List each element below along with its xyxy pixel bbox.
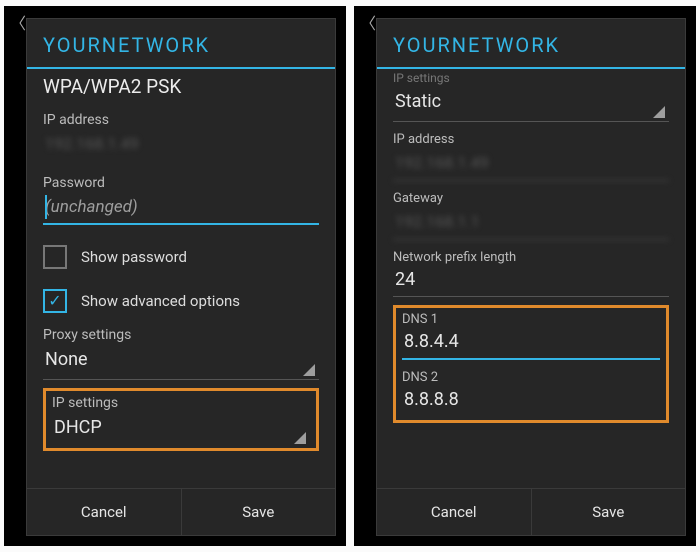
gateway-input[interactable]: 192.168.1.1 — [393, 206, 669, 240]
dialog-title: YOURNETWORK — [377, 19, 685, 69]
divider — [43, 379, 319, 380]
cancel-button[interactable]: Cancel — [27, 489, 181, 535]
wifi-dialog-right: YOURNETWORK IP settings Static IP addres… — [376, 18, 686, 536]
phone-right: 〈 YOURNETWORK IP settings Static IP addr… — [354, 6, 696, 546]
show-advanced-row[interactable]: Show advanced options — [43, 289, 319, 313]
text-cursor-icon — [45, 195, 47, 219]
dns1-input[interactable]: 8.8.4.4 — [402, 327, 660, 360]
button-bar: Cancel Save — [377, 488, 685, 535]
button-bar: Cancel Save — [27, 488, 335, 535]
dialog-body: IP settings Static IP address 192.168.1.… — [377, 69, 685, 488]
checkbox-checked-icon — [43, 289, 67, 313]
ip-settings-label-cut: IP settings — [393, 71, 669, 85]
checkbox-icon — [43, 245, 67, 269]
password-label: Password — [43, 175, 319, 191]
back-chevron-icon: 〈 — [360, 10, 376, 34]
dialog-title: YOURNETWORK — [27, 19, 335, 69]
proxy-settings-spinner[interactable]: None — [43, 345, 319, 380]
cancel-button[interactable]: Cancel — [377, 489, 531, 535]
comparison-stage: 〈 YOURNETWORK WPA/WPA2 PSK IP address 19… — [0, 0, 700, 552]
ip-address-label: IP address — [43, 112, 319, 128]
ip-address-input[interactable]: 192.168.1.49 — [393, 147, 669, 181]
save-button[interactable]: Save — [531, 489, 686, 535]
proxy-settings-value: None — [43, 345, 319, 380]
show-password-label: Show password — [81, 248, 187, 266]
ip-settings-spinner[interactable]: DHCP — [52, 413, 310, 448]
spinner-triangle-icon — [303, 364, 315, 376]
prefix-length-input[interactable]: 24 — [393, 265, 669, 297]
ip-settings-highlight: IP settings DHCP — [43, 388, 319, 451]
ip-address-value: 192.168.1.49 — [43, 128, 319, 161]
ip-settings-spinner[interactable]: Static — [393, 87, 669, 122]
spinner-triangle-icon — [294, 432, 306, 444]
wifi-dialog-left: YOURNETWORK WPA/WPA2 PSK IP address 192.… — [26, 18, 336, 536]
security-value: WPA/WPA2 PSK — [43, 75, 319, 98]
ip-address-label: IP address — [393, 132, 669, 147]
dns2-label: DNS 2 — [402, 370, 660, 385]
phone-left: 〈 YOURNETWORK WPA/WPA2 PSK IP address 19… — [4, 6, 346, 546]
spinner-triangle-icon — [653, 106, 665, 118]
proxy-settings-label: Proxy settings — [43, 327, 319, 343]
ip-settings-value: Static — [393, 87, 669, 122]
dns1-label: DNS 1 — [402, 312, 660, 327]
password-input[interactable]: (unchanged) — [43, 191, 319, 225]
gateway-label: Gateway — [393, 191, 669, 206]
dns2-input[interactable]: 8.8.8.8 — [402, 385, 660, 416]
divider — [393, 121, 669, 122]
password-placeholder: (unchanged) — [45, 197, 138, 217]
dns-highlight: DNS 1 8.8.4.4 DNS 2 8.8.8.8 — [393, 305, 669, 423]
ip-settings-value: DHCP — [52, 413, 310, 448]
show-password-row[interactable]: Show password — [43, 245, 319, 269]
ip-settings-label: IP settings — [52, 395, 310, 411]
dialog-body: WPA/WPA2 PSK IP address 192.168.1.49 Pas… — [27, 69, 335, 488]
prefix-length-label: Network prefix length — [393, 250, 669, 265]
save-button[interactable]: Save — [181, 489, 336, 535]
back-chevron-icon: 〈 — [10, 10, 26, 34]
show-advanced-label: Show advanced options — [81, 292, 240, 310]
